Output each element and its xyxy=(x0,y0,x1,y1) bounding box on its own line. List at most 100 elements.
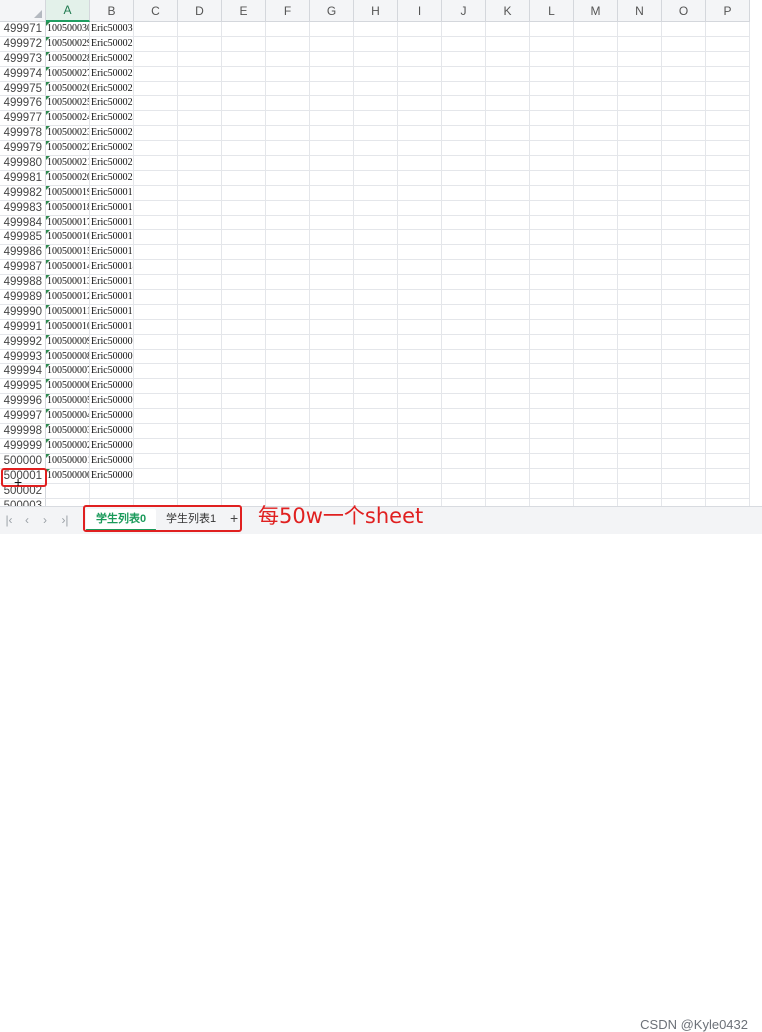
cell-id[interactable]: 100500014 xyxy=(46,260,90,276)
cell-empty[interactable] xyxy=(134,170,178,186)
cell-empty[interactable] xyxy=(178,22,222,37)
cell-empty[interactable] xyxy=(310,364,354,380)
row-header[interactable]: 499993 xyxy=(0,349,46,365)
cell-name[interactable]: Eric500022 xyxy=(90,141,134,157)
cell-empty[interactable] xyxy=(398,364,442,380)
cell-empty[interactable] xyxy=(574,319,618,335)
cell-name[interactable]: Eric500014 xyxy=(90,260,134,276)
row-header[interactable]: 499988 xyxy=(0,275,46,291)
cell-empty[interactable] xyxy=(530,141,574,157)
cell-empty[interactable] xyxy=(134,260,178,276)
cell-empty[interactable] xyxy=(662,468,706,484)
cell-empty[interactable] xyxy=(706,126,750,142)
cell-empty[interactable] xyxy=(574,334,618,350)
row-header[interactable]: 499980 xyxy=(0,156,46,171)
cell-empty[interactable] xyxy=(266,230,310,246)
cell-empty[interactable] xyxy=(618,483,662,499)
column-header-m[interactable]: M xyxy=(574,0,618,22)
cell-empty[interactable] xyxy=(266,111,310,127)
cell-empty[interactable] xyxy=(178,438,222,454)
cell-empty[interactable] xyxy=(662,36,706,52)
cell-empty[interactable] xyxy=(706,141,750,157)
cell-name[interactable]: Eric500012 xyxy=(90,290,134,305)
cell-empty[interactable] xyxy=(442,290,486,305)
cell-empty[interactable] xyxy=(134,304,178,320)
cell-empty[interactable] xyxy=(530,215,574,231)
cell-empty[interactable] xyxy=(354,260,398,276)
cell-empty[interactable] xyxy=(706,185,750,201)
cell-empty[interactable] xyxy=(310,260,354,276)
cell-empty[interactable] xyxy=(662,304,706,320)
cell-name[interactable]: Eric500028 xyxy=(90,51,134,67)
cell-empty[interactable] xyxy=(706,334,750,350)
cell-empty[interactable] xyxy=(134,185,178,201)
cell-empty[interactable] xyxy=(178,483,222,499)
cell-empty[interactable] xyxy=(662,66,706,82)
row-header[interactable]: 499985 xyxy=(0,230,46,246)
row-header[interactable]: 499972 xyxy=(0,36,46,52)
cell-empty[interactable] xyxy=(442,200,486,216)
cell-empty[interactable] xyxy=(134,66,178,82)
cell-empty[interactable] xyxy=(574,22,618,37)
cell-empty[interactable] xyxy=(486,51,530,67)
column-header-g[interactable]: G xyxy=(310,0,354,22)
cell-empty[interactable] xyxy=(134,349,178,365)
cell-empty[interactable] xyxy=(530,245,574,261)
cell-name[interactable]: Eric500006 xyxy=(90,379,134,395)
cell-empty[interactable] xyxy=(662,170,706,186)
cell-name[interactable] xyxy=(90,483,134,499)
cell-empty[interactable] xyxy=(134,290,178,305)
cell-empty[interactable] xyxy=(222,156,266,171)
cell-empty[interactable] xyxy=(662,51,706,67)
cell-empty[interactable] xyxy=(486,364,530,380)
cell-empty[interactable] xyxy=(530,185,574,201)
cell-id[interactable]: 100500015 xyxy=(46,245,90,261)
cell-name[interactable]: Eric500009 xyxy=(90,334,134,350)
cell-empty[interactable] xyxy=(574,170,618,186)
cell-empty[interactable] xyxy=(266,334,310,350)
cell-empty[interactable] xyxy=(354,453,398,469)
cell-empty[interactable] xyxy=(618,260,662,276)
cell-empty[interactable] xyxy=(442,498,486,506)
cell-empty[interactable] xyxy=(574,96,618,112)
cell-empty[interactable] xyxy=(178,409,222,425)
row-header[interactable]: 499996 xyxy=(0,394,46,410)
cell-empty[interactable] xyxy=(134,230,178,246)
cell-id[interactable]: 100500016 xyxy=(46,230,90,246)
cell-empty[interactable] xyxy=(618,215,662,231)
cell-empty[interactable] xyxy=(134,319,178,335)
cell-empty[interactable] xyxy=(178,51,222,67)
row-header[interactable]: 499991 xyxy=(0,319,46,335)
cell-empty[interactable] xyxy=(706,96,750,112)
cell-empty[interactable] xyxy=(222,170,266,186)
cell-empty[interactable] xyxy=(310,245,354,261)
cell-empty[interactable] xyxy=(178,156,222,171)
cell-empty[interactable] xyxy=(574,245,618,261)
cell-empty[interactable] xyxy=(266,260,310,276)
row-header[interactable]: 499997 xyxy=(0,409,46,425)
cell-empty[interactable] xyxy=(134,409,178,425)
cell-empty[interactable] xyxy=(574,66,618,82)
cell-empty[interactable] xyxy=(266,409,310,425)
cell-empty[interactable] xyxy=(398,200,442,216)
cell-empty[interactable] xyxy=(574,364,618,380)
cell-empty[interactable] xyxy=(574,36,618,52)
cell-empty[interactable] xyxy=(266,290,310,305)
cell-empty[interactable] xyxy=(310,483,354,499)
cell-empty[interactable] xyxy=(398,126,442,142)
cell-empty[interactable] xyxy=(442,379,486,395)
cell-empty[interactable] xyxy=(662,96,706,112)
cell-empty[interactable] xyxy=(354,275,398,291)
cell-empty[interactable] xyxy=(706,409,750,425)
row-header[interactable]: 499978 xyxy=(0,126,46,142)
cell-empty[interactable] xyxy=(266,22,310,37)
cell-empty[interactable] xyxy=(530,304,574,320)
row-header[interactable]: 499981 xyxy=(0,170,46,186)
cell-empty[interactable] xyxy=(442,304,486,320)
cell-empty[interactable] xyxy=(354,409,398,425)
cell-name[interactable]: Eric500005 xyxy=(90,394,134,410)
cell-empty[interactable] xyxy=(486,141,530,157)
cell-empty[interactable] xyxy=(662,200,706,216)
cell-empty[interactable] xyxy=(442,81,486,97)
cell-empty[interactable] xyxy=(310,334,354,350)
